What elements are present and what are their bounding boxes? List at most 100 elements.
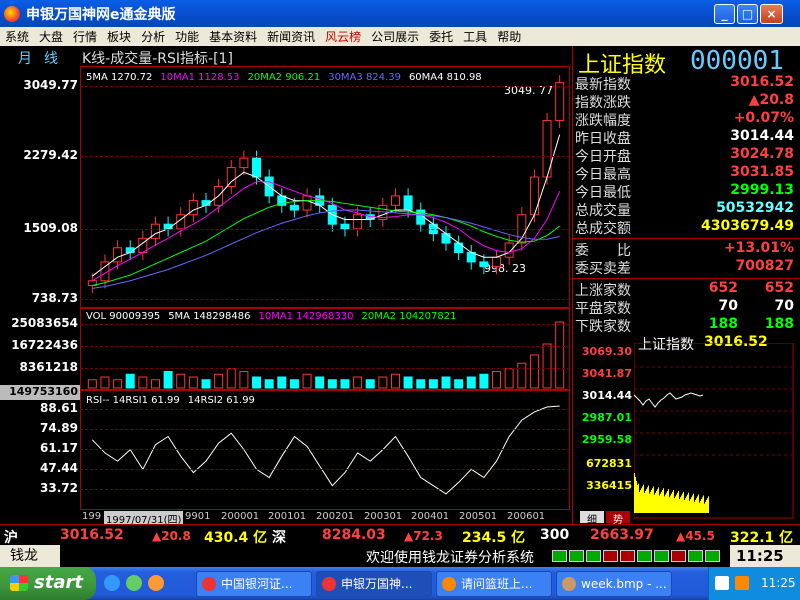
intraday-mini-chart[interactable]: 上证指数 3016.52 3069.30 3041.87 3014.44 2987.0… (572, 333, 800, 526)
volume-bar (492, 371, 502, 389)
quote-row: 涨跌幅度 +0.07% (572, 110, 800, 129)
status-time: 11:25 (730, 545, 800, 567)
mini-volume-bar (688, 492, 689, 513)
quote-value: ▲20.8 (748, 92, 794, 108)
tab-trend[interactable]: 势 (606, 511, 630, 526)
menu-item-11[interactable]: 工具 (458, 28, 492, 45)
period-label[interactable]: 月线 (18, 48, 70, 68)
breadth-value-2: 188 (764, 316, 794, 332)
candle (353, 214, 363, 230)
quote-row: 委买卖差 700827 (572, 258, 800, 277)
quote-label: 今日开盘 (575, 149, 631, 165)
mini-volume-bar (661, 491, 662, 513)
status-welcome: 欢迎使用钱龙证券分析系统 (366, 550, 534, 566)
task-button[interactable]: 中国银河证... (196, 571, 312, 597)
sh-index[interactable]: 3016.52 (60, 527, 124, 543)
mini-volume-bar (684, 500, 685, 513)
mini-volume-bar (675, 496, 676, 513)
media-icon[interactable] (126, 575, 142, 591)
mini-volume-bar (706, 499, 707, 513)
mini-volume-bar (676, 494, 677, 513)
task-label: 申银万国神... (341, 577, 413, 591)
breadth-value-1: 188 (708, 316, 738, 332)
mini-volume-bar (693, 493, 694, 513)
task-button[interactable]: 请问篮班上... (436, 571, 552, 597)
menu-item-3[interactable]: 板块 (102, 28, 136, 45)
maximize-button[interactable]: □ (737, 4, 758, 24)
mini-volume-bar (662, 490, 663, 513)
mini-volume-bar (707, 498, 708, 513)
mini-volume-bar (643, 484, 644, 513)
volume-bar (188, 376, 198, 389)
volume-bar (113, 379, 123, 389)
menu-item-9[interactable]: 公司展示 (366, 28, 424, 45)
v-axis-label: 25083654 (11, 316, 78, 330)
k-axis-label: 738.73 (31, 291, 78, 305)
mini-volume-bar (694, 501, 695, 513)
mini-volume-bar (635, 477, 636, 513)
volume-bar (302, 373, 312, 389)
start-button[interactable]: start (0, 567, 96, 600)
mini-volume-bar (699, 502, 700, 513)
mini-volume-bar (636, 481, 637, 513)
quote-value: 4303679.49 (701, 218, 794, 234)
menu-item-1[interactable]: 大盘 (34, 28, 68, 45)
mini-volume-bar (681, 495, 682, 513)
menu-item-7[interactable]: 新闻资讯 (262, 28, 320, 45)
mini-volume-bar (690, 499, 691, 513)
quote-value: 50532942 (716, 200, 794, 216)
quote-value: 3014.44 (730, 128, 794, 144)
sz-index[interactable]: 8284.03 (322, 527, 386, 543)
gridline (80, 429, 570, 430)
quote-header: 上证指数 000001 (572, 46, 800, 78)
mini-volume-bar (703, 495, 704, 513)
menu-item-12[interactable]: 帮助 (492, 28, 526, 45)
mini-volume-bar (677, 492, 678, 513)
volume-bar (517, 362, 527, 389)
gridline (80, 489, 570, 490)
status-bar-segment (637, 550, 652, 562)
quote-row: 昨日收盘 3014.44 (572, 128, 800, 147)
r-axis-label: 33.72 (40, 481, 78, 495)
mini-axis-label: 2987.01 (581, 411, 632, 424)
cursor-volume-value: 149753160 (0, 385, 80, 400)
menu-item-6[interactable]: 基本资料 (204, 28, 262, 45)
network-icon[interactable] (715, 576, 729, 590)
mini-volume-bar (674, 498, 675, 513)
menu-item-0[interactable]: 系统 (0, 28, 34, 45)
quote-value: 3016.52 (730, 74, 794, 90)
task-label: 请问篮班上... (461, 577, 533, 591)
mini-volume-bar (682, 493, 683, 513)
menu-item-8[interactable]: 风云榜 (320, 28, 366, 45)
candle (492, 256, 502, 268)
task-button[interactable]: 申银万国神... (316, 571, 432, 597)
close-button[interactable]: × (760, 4, 783, 24)
mini-axis-label: 2959.58 (581, 433, 632, 446)
menu-item-2[interactable]: 行情 (68, 28, 102, 45)
menu-item-4[interactable]: 分析 (136, 28, 170, 45)
menu-item-10[interactable]: 委托 (424, 28, 458, 45)
mini-volume-bar (669, 497, 670, 513)
candle (289, 204, 299, 211)
quote-value: 3031.85 (730, 164, 794, 180)
menu-item-5[interactable]: 功能 (170, 28, 204, 45)
volume-bar (454, 379, 464, 389)
mini-volume-bar (708, 496, 709, 513)
task-button[interactable]: week.bmp - ... (556, 571, 672, 597)
other-index[interactable]: 2663.97 (590, 527, 654, 543)
mini-volume-bar (657, 489, 658, 513)
volume-icon[interactable] (735, 576, 749, 590)
volume-bar (555, 321, 565, 389)
volume-bar (340, 379, 350, 389)
status-app-name[interactable]: 钱龙 (0, 545, 60, 567)
date-tick: 200501 (459, 511, 498, 522)
quote-label: 委 比 (575, 243, 631, 259)
ie-icon[interactable] (104, 575, 120, 591)
tab-detail[interactable]: 细 (580, 511, 604, 526)
desktop-icon[interactable] (148, 575, 164, 591)
quote-label: 今日最高 (575, 167, 631, 183)
mini-vol-label: 672831 (586, 457, 632, 470)
volume-bar (201, 379, 211, 389)
mini-volume-bar (689, 500, 690, 513)
minimize-button[interactable]: _ (714, 4, 735, 24)
